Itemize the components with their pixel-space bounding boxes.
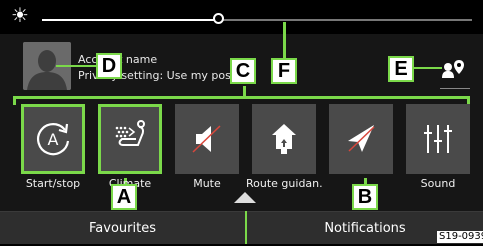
brightness-bar: ☀ xyxy=(0,0,483,34)
tile-route-guidance[interactable] xyxy=(252,104,316,174)
auto-start-stop-icon: A xyxy=(37,123,70,156)
mute-icon xyxy=(192,125,221,153)
svg-text:A: A xyxy=(48,130,59,149)
user-location-icon[interactable] xyxy=(440,58,466,80)
seat-climate-icon xyxy=(115,120,145,146)
callout-c: C xyxy=(230,58,256,84)
route-guidance-mute-icon xyxy=(272,124,296,154)
tile-label-start-stop: Start/stop xyxy=(25,177,81,190)
callout-bracket xyxy=(13,96,470,99)
tile-sound[interactable] xyxy=(406,104,470,174)
equalizer-icon xyxy=(424,125,452,153)
navigation-arrow-muted-icon xyxy=(348,125,375,152)
tile-mute[interactable] xyxy=(175,104,239,174)
brightness-slider-knob[interactable] xyxy=(213,13,225,24)
callout-d: D xyxy=(96,53,122,79)
location-divider xyxy=(440,88,470,89)
callout-e-line xyxy=(414,67,442,69)
callout-f: F xyxy=(271,58,297,84)
callout-bracket-left xyxy=(13,96,16,105)
figure-code: S19-0939 xyxy=(437,231,483,243)
callout-c-stem xyxy=(243,86,246,98)
tile-label-sound: Sound xyxy=(420,177,456,190)
tile-navigation-announcements[interactable] xyxy=(329,104,393,174)
tab-favourites[interactable]: Favourites xyxy=(0,211,245,244)
tile-label-mute: Mute xyxy=(193,177,221,190)
callout-b: B xyxy=(352,184,378,210)
expand-panel-arrow-icon[interactable] xyxy=(234,192,256,203)
callout-d-line xyxy=(56,65,96,67)
callout-a: A xyxy=(111,184,137,210)
tile-start-stop[interactable]: A xyxy=(21,104,85,174)
brightness-slider-fill xyxy=(42,19,219,21)
tile-climate[interactable] xyxy=(98,104,162,174)
callout-e: E xyxy=(388,56,414,82)
tile-label-route-guidance: Route guidan... xyxy=(246,177,322,190)
brightness-sun-icon: ☀ xyxy=(11,3,29,27)
